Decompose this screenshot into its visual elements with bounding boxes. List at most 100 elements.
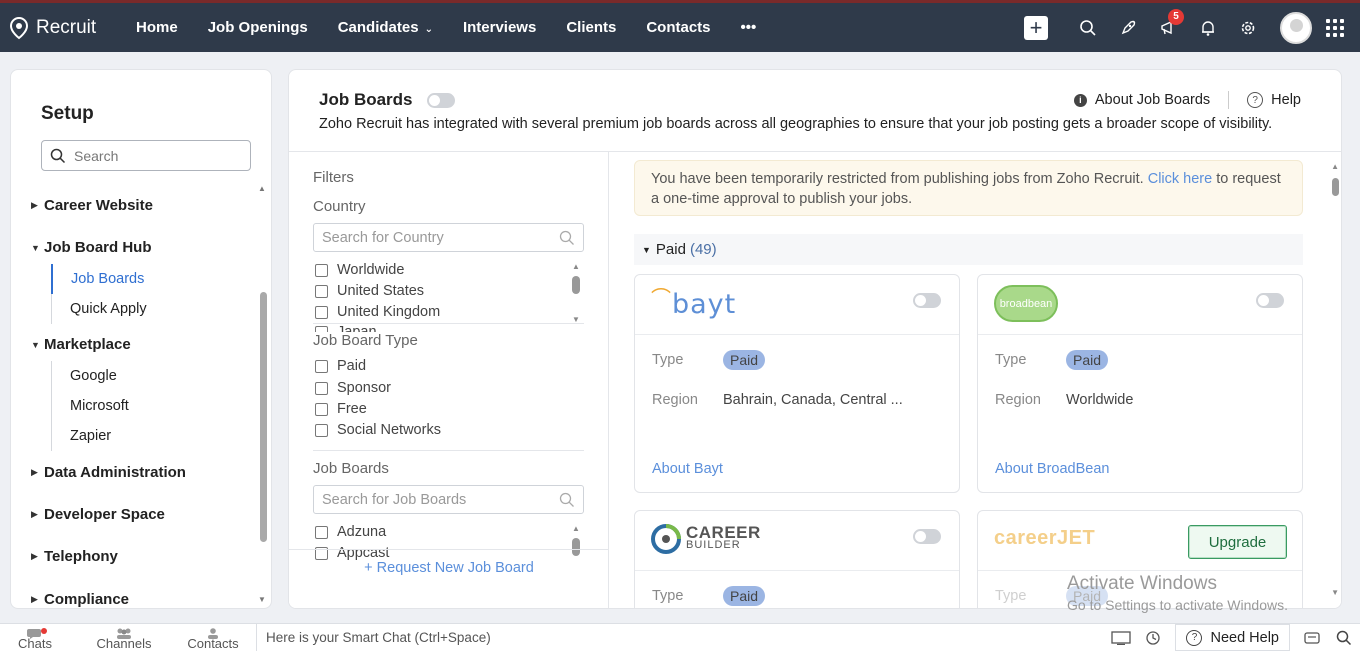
menu-telephony[interactable]: ▶ Telephony	[31, 548, 118, 565]
scroll-up-arrow-icon[interactable]: ▲	[1331, 162, 1339, 171]
paid-section-label: Paid	[655, 241, 686, 258]
country-checkbox-united-kingdom[interactable]: United Kingdom	[315, 304, 440, 320]
job-boards-toggle[interactable]	[426, 92, 455, 108]
content-scrollbar-thumb[interactable]	[1332, 178, 1339, 196]
country-checkbox-united-states[interactable]: United States	[315, 283, 424, 299]
need-help-button[interactable]: ? Need Help	[1175, 624, 1290, 651]
about-job-boards-link[interactable]: About Job Boards	[1095, 92, 1210, 108]
type-checkbox-sponsor[interactable]: Sponsor	[315, 380, 391, 396]
brand-logo[interactable]: Recruit	[8, 16, 113, 40]
country-checkbox-japan[interactable]: Japan	[315, 324, 377, 332]
bell-icon[interactable]	[1188, 8, 1228, 48]
scroll-down-arrow-icon[interactable]: ▼	[258, 595, 266, 604]
announcement-icon[interactable]: 5	[1148, 8, 1188, 48]
click-here-link[interactable]: Click here	[1148, 171, 1212, 187]
menu-career-website[interactable]: ▶ Career Website	[31, 197, 153, 214]
create-new-button[interactable]: +	[1024, 15, 1048, 40]
help-link[interactable]: Help	[1271, 92, 1301, 108]
about-broadbean-link[interactable]: About BroadBean	[995, 461, 1109, 477]
search-icon[interactable]	[1068, 8, 1108, 48]
request-new-job-board-link[interactable]: + Request New Job Board	[289, 560, 609, 576]
checkbox-label: Sponsor	[337, 380, 392, 396]
caret-down-icon: ▼	[642, 244, 651, 255]
channels-button[interactable]: Channels	[70, 624, 178, 651]
submenu-quick-apply[interactable]: Quick Apply	[51, 294, 251, 324]
nav-home[interactable]: Home	[121, 19, 193, 36]
nav-candidates-label: Candidates	[337, 19, 419, 36]
nav-more[interactable]: •••	[726, 19, 772, 36]
paid-section-header[interactable]: ▼ Paid (49)	[634, 234, 1303, 265]
nav-contacts[interactable]: Contacts	[631, 19, 725, 36]
menu-developer-space[interactable]: ▶ Developer Space	[31, 506, 165, 523]
board-checkbox-appcast[interactable]: Appcast	[315, 545, 389, 561]
job-boards-content: You have been temporarily restricted fro…	[610, 152, 1341, 608]
submenu-zapier[interactable]: Zapier	[51, 421, 251, 451]
activate-windows-watermark: Activate Windows Go to Settings to activ…	[1067, 573, 1288, 613]
submenu-job-boards[interactable]: Job Boards	[51, 264, 251, 294]
type-badge: Paid	[1066, 350, 1109, 370]
board-checkbox-adzuna[interactable]: Adzuna	[315, 524, 386, 540]
careerbuilder-enable-toggle[interactable]	[913, 529, 941, 544]
scroll-up-arrow-icon[interactable]: ▲	[572, 524, 580, 533]
nav-interviews[interactable]: Interviews	[448, 19, 551, 36]
bayt-enable-toggle[interactable]	[913, 293, 941, 308]
broadbean-type-row: Type Paid	[995, 350, 1109, 370]
smart-chat-input[interactable]: Here is your Smart Chat (Ctrl+Space)	[256, 624, 491, 651]
menu-job-board-hub[interactable]: ▼ Job Board Hub	[31, 239, 152, 256]
job-boards-search-input[interactable]: Search for Job Boards	[313, 485, 584, 514]
careerbuilder-logo: CAREER BUILDER	[651, 524, 761, 554]
broadbean-enable-toggle[interactable]	[1256, 293, 1284, 308]
apps-grid-icon[interactable]	[1326, 18, 1344, 37]
menu-data-administration[interactable]: ▶ Data Administration	[31, 464, 186, 481]
page-title-text: Job Boards	[319, 90, 413, 109]
job-boards-search-placeholder: Search for Job Boards	[322, 491, 467, 508]
help-icon: ?	[1186, 629, 1203, 646]
contacts-button[interactable]: Contacts	[178, 624, 248, 651]
submenu-google[interactable]: Google	[51, 361, 251, 391]
setup-title: Setup	[41, 103, 94, 124]
country-checkbox-worldwide[interactable]: Worldwide	[315, 262, 404, 278]
type-checkbox-social-networks[interactable]: Social Networks	[315, 422, 441, 438]
menu-label: Data Administration	[44, 464, 186, 481]
setup-search-input[interactable]	[74, 147, 234, 164]
nav-candidates[interactable]: Candidates ⌄	[323, 19, 448, 36]
country-list-scrollbar-thumb[interactable]	[572, 276, 580, 294]
search-icon[interactable]	[1328, 630, 1360, 646]
search-icon	[559, 492, 574, 507]
submenu-microsoft[interactable]: Microsoft	[51, 391, 251, 421]
bottom-bar: Chats Channels Contacts Here is your Sma…	[0, 623, 1360, 651]
rocket-icon[interactable]	[1108, 8, 1148, 48]
chats-button[interactable]: Chats	[0, 624, 70, 651]
search-icon	[50, 148, 66, 163]
type-checkbox-paid[interactable]: Paid	[315, 358, 366, 374]
menu-marketplace[interactable]: ▼ Marketplace	[31, 336, 131, 353]
job-board-card-broadbean: broadbean Type Paid Region Worldwide About…	[977, 274, 1303, 493]
about-bayt-link[interactable]: About Bayt	[652, 461, 723, 477]
setup-search-box[interactable]	[41, 140, 251, 171]
avatar[interactable]	[1280, 11, 1312, 44]
history-icon[interactable]	[1137, 630, 1169, 646]
nav-job-openings[interactable]: Job Openings	[193, 19, 323, 36]
scroll-down-arrow-icon[interactable]: ▼	[1331, 588, 1339, 597]
restriction-notice: You have been temporarily restricted fro…	[634, 160, 1303, 216]
upgrade-button[interactable]: Upgrade	[1188, 525, 1287, 559]
nav-clients[interactable]: Clients	[551, 19, 631, 36]
chat-window-icon[interactable]	[1296, 631, 1328, 645]
broadbean-logo: broadbean	[994, 285, 1058, 322]
type-checkbox-free[interactable]: Free	[315, 401, 367, 417]
gear-icon[interactable]	[1228, 8, 1268, 48]
menu-label: Career Website	[44, 197, 153, 214]
country-label: Country	[313, 198, 366, 215]
country-search-input[interactable]: Search for Country	[313, 223, 584, 252]
sidebar-scrollbar-thumb[interactable]	[260, 292, 267, 542]
checkbox-label: United Kingdom	[337, 304, 441, 320]
main-panel: Job Boards i About Job Boards ? Help Zoh…	[288, 69, 1342, 609]
boards-list-scrollbar-thumb[interactable]	[572, 538, 580, 556]
menu-compliance[interactable]: ▶ Compliance	[31, 591, 129, 608]
bayt-logo-text: bayt	[672, 289, 737, 320]
scroll-up-arrow-icon[interactable]: ▲	[572, 262, 580, 271]
scroll-up-arrow-icon[interactable]: ▲	[258, 184, 266, 193]
watermark-line2: Go to Settings to activate Windows.	[1067, 597, 1288, 613]
filters-panel: Filters Country Search for Country World…	[289, 152, 609, 608]
screen-share-icon[interactable]	[1105, 630, 1137, 645]
